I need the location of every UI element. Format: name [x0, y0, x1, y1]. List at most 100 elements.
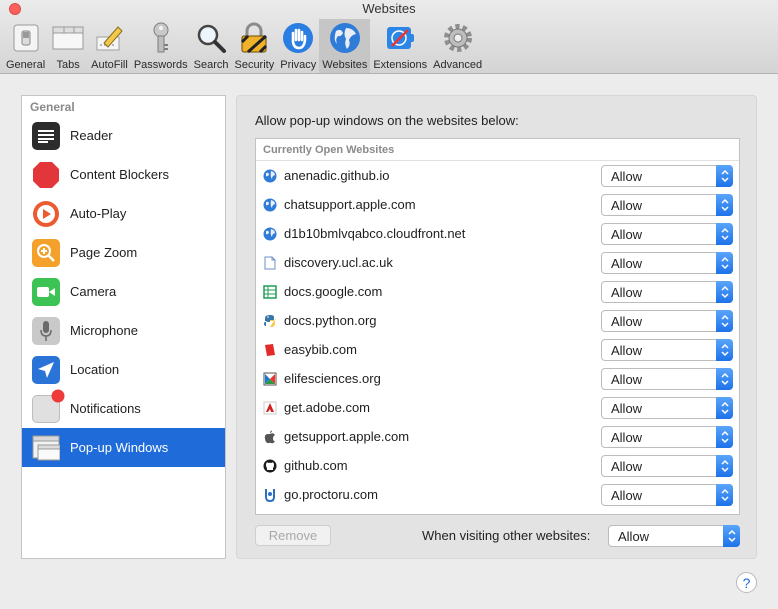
tab-tabs[interactable]: Tabs — [48, 19, 88, 73]
website-name: discovery.ucl.ac.uk — [284, 255, 393, 270]
google-sheets-icon — [263, 284, 277, 299]
website-row[interactable]: elifesciences.org Allow — [256, 364, 739, 393]
toolbar: Websites General Tabs AutoFill Passwords — [0, 0, 778, 74]
sidebar-item-label: Microphone — [70, 323, 138, 338]
tab-privacy[interactable]: Privacy — [277, 19, 319, 73]
website-name: docs.google.com — [284, 284, 383, 299]
other-websites-label: When visiting other websites: — [422, 528, 591, 543]
location-arrow-icon — [32, 355, 60, 384]
padlock-icon — [237, 21, 271, 55]
tab-label: Extensions — [373, 59, 428, 71]
tab-autofill[interactable]: AutoFill — [88, 19, 131, 73]
zoom-icon — [32, 238, 60, 267]
sidebar-item-reader[interactable]: Reader — [22, 116, 225, 155]
popup-setting-select[interactable]: Allow — [601, 339, 733, 361]
sidebar-item-content-blockers[interactable]: Content Blockers — [22, 155, 225, 194]
website-name: chatsupport.apple.com — [284, 197, 416, 212]
select-value: Allow — [611, 168, 643, 184]
sidebar-item-label: Pop-up Windows — [70, 440, 169, 455]
autofill-pencil-icon — [92, 21, 126, 55]
sidebar-item-notifications[interactable]: Notifications — [22, 389, 225, 428]
sidebar-item-camera[interactable]: Camera — [22, 272, 225, 311]
website-name: d1b10bmlvqabco.cloudfront.net — [284, 226, 466, 241]
sidebar-item-label: Reader — [70, 128, 113, 143]
globe-icon — [328, 21, 362, 55]
website-row[interactable]: go.proctoru.com Allow — [256, 480, 739, 509]
proctoru-icon — [263, 488, 277, 502]
select-value: Allow — [611, 400, 643, 416]
main-panel: Allow pop-up windows on the websites bel… — [236, 95, 757, 559]
website-row[interactable]: get.adobe.com Allow — [256, 393, 739, 422]
chevron-updown-icon — [716, 339, 733, 361]
sidebar-item-page-zoom[interactable]: Page Zoom — [22, 233, 225, 272]
select-value: Allow — [611, 197, 643, 213]
popup-setting-select[interactable]: Allow — [601, 223, 733, 245]
magnifier-icon — [194, 21, 228, 55]
easybib-icon — [263, 343, 277, 357]
chevron-updown-icon — [716, 484, 733, 506]
tab-extensions[interactable]: Extensions — [370, 19, 430, 73]
sidebar-header: General — [30, 100, 75, 114]
website-name: docs.python.org — [284, 313, 377, 328]
remove-button[interactable]: Remove — [255, 525, 331, 546]
popup-setting-select[interactable]: Allow — [601, 281, 733, 303]
popup-windows-icon — [32, 434, 60, 462]
chevron-updown-icon — [716, 223, 733, 245]
tab-label: AutoFill — [91, 59, 128, 71]
tab-security[interactable]: Security — [231, 19, 277, 73]
website-row[interactable]: d1b10bmlvqabco.cloudfront.net Allow — [256, 219, 739, 248]
extensions-icon — [383, 21, 417, 55]
chevron-updown-icon — [723, 525, 740, 547]
popup-setting-select[interactable]: Allow — [601, 455, 733, 477]
tab-advanced[interactable]: Advanced — [430, 19, 485, 73]
website-row[interactable]: docs.python.org Allow — [256, 306, 739, 335]
chevron-updown-icon — [716, 310, 733, 332]
tab-passwords[interactable]: Passwords — [131, 19, 191, 73]
website-name: github.com — [284, 458, 348, 473]
popup-setting-select[interactable]: Allow — [601, 252, 733, 274]
website-row[interactable]: chatsupport.apple.com Allow — [256, 190, 739, 219]
stop-sign-icon — [32, 161, 60, 189]
website-name: go.proctoru.com — [284, 487, 378, 502]
tab-general[interactable]: General — [3, 19, 48, 73]
play-icon — [32, 200, 60, 228]
popup-setting-select[interactable]: Allow — [601, 194, 733, 216]
chevron-updown-icon — [716, 368, 733, 390]
websites-list: Currently Open Websites anenadic.github.… — [255, 138, 740, 515]
camera-icon — [32, 277, 60, 306]
adobe-icon — [263, 401, 277, 415]
website-row[interactable]: docs.google.com Allow — [256, 277, 739, 306]
sidebar-item-popup-windows[interactable]: Pop-up Windows — [22, 428, 225, 467]
popup-setting-select[interactable]: Allow — [601, 368, 733, 390]
sidebar-item-label: Page Zoom — [70, 245, 138, 260]
chevron-updown-icon — [716, 397, 733, 419]
window-title: Websites — [362, 1, 416, 16]
tab-search[interactable]: Search — [191, 19, 232, 73]
popup-setting-select[interactable]: Allow — [601, 310, 733, 332]
website-row[interactable]: getsupport.apple.com Allow — [256, 422, 739, 451]
tab-label: Websites — [322, 59, 368, 71]
sidebar-item-location[interactable]: Location — [22, 350, 225, 389]
help-button[interactable]: ? — [736, 572, 757, 593]
select-value: Allow — [611, 458, 643, 474]
chevron-updown-icon — [716, 455, 733, 477]
website-row[interactable]: discovery.ucl.ac.uk Allow — [256, 248, 739, 277]
popup-setting-select[interactable]: Allow — [601, 426, 733, 448]
popup-setting-select[interactable]: Allow — [601, 484, 733, 506]
website-row[interactable]: github.com Allow — [256, 451, 739, 480]
chevron-updown-icon — [716, 165, 733, 187]
popup-setting-select[interactable]: Allow — [601, 165, 733, 187]
microphone-icon — [32, 316, 60, 345]
sidebar-item-microphone[interactable]: Microphone — [22, 311, 225, 350]
tab-websites[interactable]: Websites — [319, 19, 371, 73]
gear-icon — [441, 21, 475, 55]
popup-setting-select[interactable]: Allow — [601, 397, 733, 419]
website-row[interactable]: easybib.com Allow — [256, 335, 739, 364]
other-websites-select[interactable]: Allow — [608, 525, 740, 547]
select-value: Allow — [611, 284, 643, 300]
tabs-icon — [51, 21, 85, 55]
website-row[interactable]: anenadic.github.io Allow — [256, 161, 739, 190]
sidebar-item-auto-play[interactable]: Auto-Play — [22, 194, 225, 233]
general-switch-icon — [9, 21, 43, 55]
website-name: getsupport.apple.com — [284, 429, 410, 444]
